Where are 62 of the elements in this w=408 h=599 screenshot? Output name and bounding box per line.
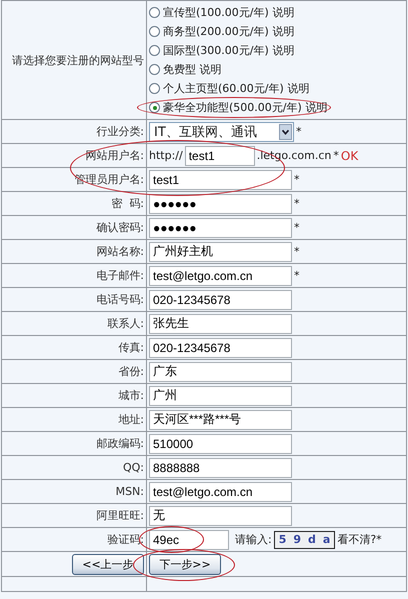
field-label: 传真: — [118, 341, 144, 354]
field-label: 地址: — [118, 413, 144, 426]
required-mark: * — [333, 149, 339, 162]
field-label: 行业分类: — [96, 125, 144, 138]
field-label: 网站用户名: — [85, 149, 144, 162]
required-mark: * — [294, 245, 300, 258]
field-label: 请选择您要注册的网站型号 — [12, 54, 144, 66]
option-label[interactable]: 商务型(200.00元/年) 说明 — [163, 24, 294, 39]
required-mark: * — [294, 173, 300, 186]
field-label: 省份: — [118, 365, 144, 378]
input-field[interactable]: test@letgo.com.cn — [149, 266, 292, 286]
field-label: 电话号码: — [96, 293, 144, 306]
captcha-prompt: 请输入: — [235, 532, 272, 547]
caret-icon — [279, 124, 292, 140]
radio-button[interactable] — [149, 64, 160, 75]
radio-button[interactable] — [149, 7, 160, 18]
input-field[interactable]: 广州好主机 — [149, 242, 292, 262]
field-label: 邮政编码: — [96, 437, 144, 450]
field-label: 联系人: — [107, 317, 144, 330]
radio-button[interactable] — [149, 83, 160, 94]
required-mark: * — [294, 197, 300, 210]
refresh-link[interactable]: 看不清?* — [337, 532, 382, 547]
input-field[interactable]: ●●●●●● — [149, 194, 292, 214]
status-text: OK — [340, 148, 358, 162]
option-label[interactable]: 个人主页型(60.00元/年) 说明 — [163, 81, 310, 96]
input-field[interactable]: ●●●●●● — [149, 218, 292, 238]
input-field[interactable]: 020-12345678 — [149, 290, 292, 310]
url-prefix: http:// — [149, 149, 183, 162]
option-label[interactable]: 免费型 说明 — [163, 62, 222, 77]
captcha-image: 5 9 d a — [274, 530, 336, 548]
field-label: 阿里旺旺: — [96, 509, 144, 522]
input-field[interactable]: 广州 — [149, 386, 292, 406]
field-label: 网站名称: — [96, 245, 144, 258]
industry-dropdown[interactable]: IT、互联网、通讯 — [149, 122, 294, 142]
field-label: MSN: — [116, 485, 144, 498]
field-label: 城市: — [118, 389, 144, 402]
radio-button[interactable] — [149, 102, 160, 113]
input-field[interactable]: 8888888 — [149, 458, 292, 478]
input-field[interactable]: test@letgo.com.cn — [149, 482, 292, 502]
input-field[interactable]: test1 — [149, 170, 292, 190]
field-label: 确认密码: — [96, 221, 144, 234]
previous-button[interactable]: <<上一步 — [72, 554, 144, 574]
required-mark: * — [296, 125, 302, 138]
field-label: 电子邮件: — [96, 269, 144, 282]
field-label: 密 码: — [111, 197, 144, 210]
input-field[interactable]: 张先生 — [149, 314, 292, 334]
input-field[interactable]: 广东 — [149, 362, 292, 382]
option-label[interactable]: 国际型(300.00元/年) 说明 — [163, 43, 294, 58]
next-button[interactable]: 下一步>> — [149, 554, 221, 574]
radio-button[interactable] — [149, 45, 160, 56]
input-field[interactable]: 510000 — [149, 434, 292, 454]
field-label: QQ: — [122, 461, 144, 474]
radio-button[interactable] — [149, 26, 160, 37]
required-mark: * — [294, 221, 300, 234]
required-mark: * — [294, 269, 300, 282]
input-field[interactable]: 无 — [149, 506, 292, 526]
input-field[interactable]: 020-12345678 — [149, 338, 292, 358]
input-field[interactable]: 天河区***路***号 — [149, 410, 292, 430]
option-label[interactable]: 豪华全功能型(500.00元/年) 说明 — [163, 100, 328, 115]
captcha-field[interactable]: 49ec — [149, 530, 229, 550]
option-label[interactable]: 宣传型(100.00元/年) 说明 — [163, 5, 294, 20]
input-field[interactable]: test1 — [184, 146, 255, 166]
